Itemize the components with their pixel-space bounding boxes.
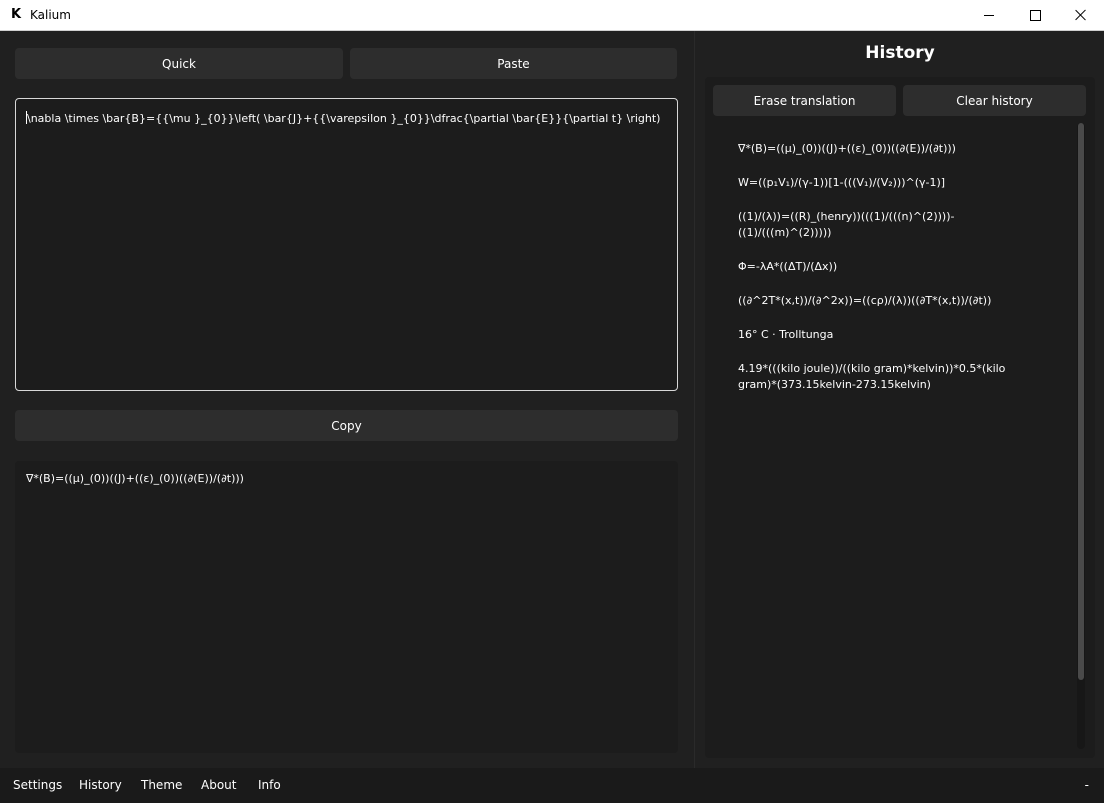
history-item[interactable]: ((1)/(λ))=((R)_(henry))(((1)/(((n)^(2)))… bbox=[738, 209, 1038, 241]
status-indicator: - bbox=[1084, 778, 1089, 792]
maximize-icon bbox=[1029, 9, 1041, 21]
minimize-button[interactable] bbox=[966, 0, 1012, 30]
history-scrollbar[interactable] bbox=[1077, 123, 1085, 749]
translation-output-text: ∇*(B)=((μ)_(0))((J)+((ε)_(0))((∂(E))/(∂t… bbox=[26, 472, 244, 485]
latex-input-text: \nabla \times \bar{B}={{\mu }_{0}}\left(… bbox=[27, 112, 661, 125]
history-item[interactable]: Φ=-λA*((ΔT)/(Δx)) bbox=[738, 259, 1038, 275]
history-card: Erase translation Clear history ∇*(B)=((… bbox=[705, 77, 1095, 758]
close-button[interactable] bbox=[1058, 0, 1104, 30]
nav-about[interactable]: About bbox=[201, 778, 236, 792]
history-item[interactable]: ((∂^2T*(x,t))/(∂^2x))=((cρ)/(λ))((∂T*(x,… bbox=[738, 293, 1038, 309]
clear-history-button[interactable]: Clear history bbox=[903, 85, 1086, 116]
latex-input[interactable]: \nabla \times \bar{B}={{\mu }_{0}}\left(… bbox=[15, 98, 678, 391]
maximize-button[interactable] bbox=[1012, 0, 1058, 30]
history-item[interactable]: W=((p₁V₁)/(γ-1))[1-(((V₁)/(V₂)))^(γ-1)] bbox=[738, 175, 1038, 191]
nav-info[interactable]: Info bbox=[258, 778, 281, 792]
history-item[interactable]: ∇*(B)=((μ)_(0))((J)+((ε)_(0))((∂(E))/(∂t… bbox=[738, 141, 1038, 157]
translation-output[interactable]: ∇*(B)=((μ)_(0))((J)+((ε)_(0))((∂(E))/(∂t… bbox=[15, 461, 678, 753]
history-panel: History Erase translation Clear history … bbox=[694, 31, 1104, 768]
erase-translation-button[interactable]: Erase translation bbox=[713, 85, 896, 116]
history-scrollbar-thumb[interactable] bbox=[1078, 123, 1084, 680]
bottom-nav-bar: Settings History Theme About Info - bbox=[0, 768, 1104, 803]
window-title: Kalium bbox=[30, 8, 71, 22]
minimize-icon bbox=[984, 14, 994, 16]
close-icon bbox=[1075, 9, 1087, 21]
nav-settings[interactable]: Settings bbox=[13, 778, 62, 792]
editor-panel: Quick Paste \nabla \times \bar{B}={{\mu … bbox=[0, 31, 693, 768]
history-title: History bbox=[865, 43, 935, 63]
paste-button[interactable]: Paste bbox=[350, 48, 677, 79]
history-list: ∇*(B)=((μ)_(0))((J)+((ε)_(0))((∂(E))/(∂t… bbox=[738, 141, 1038, 411]
app-logo-icon: K bbox=[11, 7, 22, 22]
quick-button[interactable]: Quick bbox=[15, 48, 343, 79]
nav-history[interactable]: History bbox=[79, 778, 122, 792]
title-bar: K Kalium bbox=[0, 0, 1104, 31]
history-item[interactable]: 16° C · Trolltunga bbox=[738, 327, 1038, 343]
history-item[interactable]: 4.19*(((kilo joule))/((kilo gram)*kelvin… bbox=[738, 361, 1038, 393]
copy-button[interactable]: Copy bbox=[15, 410, 678, 441]
nav-theme[interactable]: Theme bbox=[141, 778, 182, 792]
